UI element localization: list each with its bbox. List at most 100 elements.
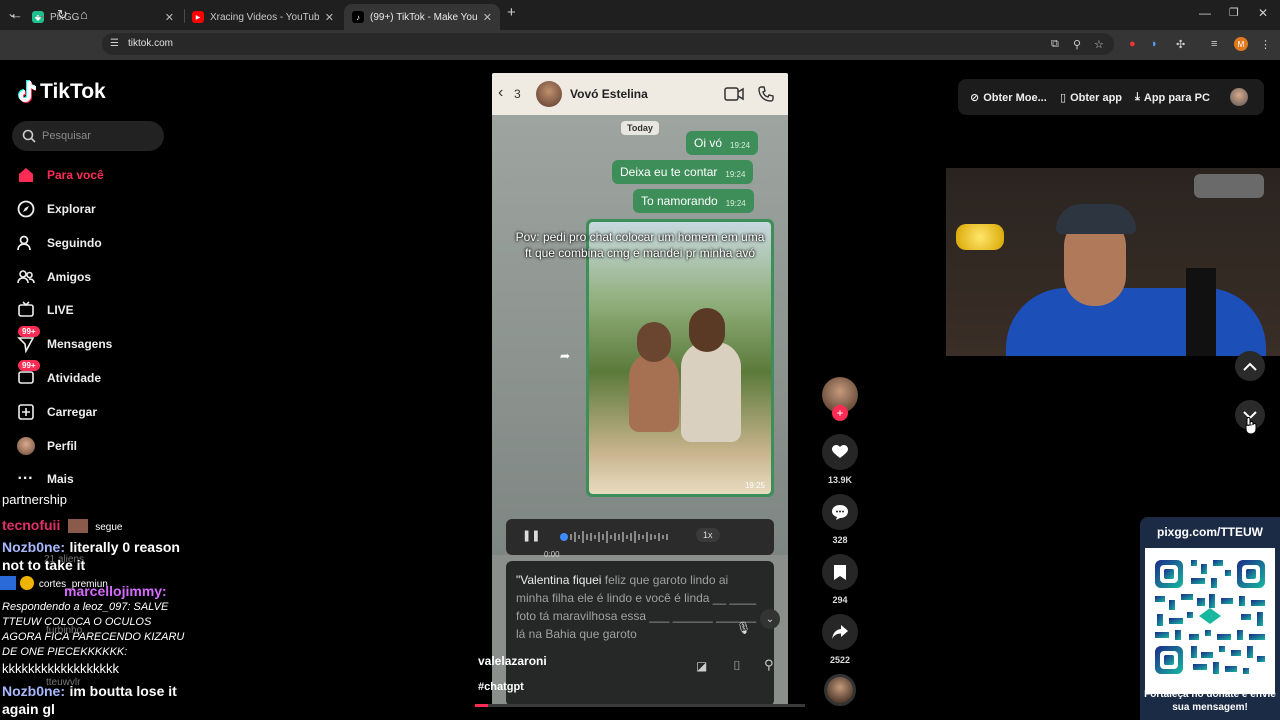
person-shirt [1006,288,1266,356]
shelf-car [1194,174,1264,198]
close-tab-icon[interactable]: ✕ [325,11,334,24]
sticker-icon[interactable]: ◪ [696,659,707,673]
nav-carregar[interactable]: Carregar [16,400,97,424]
video-hashtag[interactable]: #chatgpt [478,681,524,693]
more-dots-icon: ··· [17,470,34,487]
download-icon: ⤓ [1135,91,1140,103]
extension-red-icon[interactable]: ● [1129,38,1136,50]
menu-kebab-icon[interactable]: ⋮ [1260,38,1271,51]
person-figure [681,342,741,442]
bookmark-icon [822,554,858,590]
tiktok-logo[interactable]: TikTok [16,80,106,104]
music-disc[interactable] [822,674,858,706]
address-url: tiktok.com [128,38,174,49]
messages-icon: 99+ [16,325,40,354]
message-bubble: Oi vó 19:24 [686,131,759,155]
reading-list-icon[interactable]: ≡ [1211,38,1217,50]
video-progress-bar[interactable] [475,704,805,707]
microphone-arm [1186,268,1216,356]
creator-avatar[interactable]: + [822,377,858,421]
nav-amigos[interactable]: Amigos [16,265,91,289]
playback-speed-chip: 1x [696,528,720,542]
minimize-button[interactable]: — [1199,6,1211,20]
comment-button[interactable]: 328 [822,494,858,545]
microphone-icon: 🎙 [736,621,752,635]
person-head [689,308,725,352]
couple-photo: 19:25 [589,222,771,494]
waveform [560,531,668,543]
tab-pixgg[interactable]: ◆ PixGG ✕ [24,4,182,30]
nav-live[interactable]: LIVE [16,298,74,322]
sound-avatar [824,674,856,706]
home-icon[interactable]: ⌂ [80,7,88,22]
person-figure [629,352,679,432]
save-button[interactable]: 294 [822,554,858,605]
progress-fill [475,704,489,707]
search-input[interactable]: Pesquisar [12,121,164,151]
share-button[interactable]: 2522 [822,614,858,665]
nav-explorar[interactable]: Explorar [16,197,96,221]
heart-icon [822,434,858,470]
tiktok-favicon-icon: ♪ [352,11,364,23]
nav-mais[interactable]: ··· Mais [16,467,74,491]
address-bar[interactable] [102,33,1114,55]
close-tab-icon[interactable]: ✕ [165,11,174,24]
pause-icon: ❚❚ [522,530,541,542]
bookmark-star-icon[interactable]: ☆ [1094,38,1104,51]
get-coins-button[interactable]: ⊘ Obter Moe... [970,91,1047,105]
nav-para-voce[interactable]: Para você [16,163,104,187]
person-head [637,322,671,362]
close-tab-icon[interactable]: ✕ [483,11,492,24]
video-player[interactable]: ‹ 3 Vovó Estelina Today Oi vó 19:24 Deixa… [492,73,788,706]
contact-name: Vovó Estelina [570,87,648,101]
message-bubble: To namorando 19:24 [633,189,754,213]
reload-icon[interactable]: ↻ [57,7,68,23]
user-avatar[interactable] [1230,88,1248,106]
search-icon [22,129,36,143]
person-cap [1056,204,1136,234]
camera-icon[interactable]: ⌷ [733,658,741,674]
previous-video-button[interactable] [1235,351,1265,381]
profile-avatar-icon [16,437,35,456]
pixgg-url: pixgg.com/TTEUW [1157,525,1263,539]
back-icon[interactable]: ← [10,7,23,22]
nav-perfil[interactable]: Perfil [16,434,77,458]
extensions-puzzle-icon[interactable]: ✣ [1176,38,1185,51]
nav-mensagens[interactable]: 99+ Mensagens [16,325,112,356]
video-author[interactable]: valelazaroni [478,654,547,668]
phone-icon: ▯ [1060,92,1067,104]
pc-app-button[interactable]: ⤓ App para PC [1135,91,1210,104]
activity-icon: 99+ [16,359,40,388]
chat-message: Nozb0ne: literally 0 reason [2,539,180,555]
qr-code [1145,548,1275,694]
forward-icon[interactable]: → [34,7,47,22]
nav-seguindo[interactable]: Seguindo [16,231,102,255]
close-window-button[interactable]: ✕ [1258,6,1268,20]
emote-image [67,518,88,533]
chat-message: tecnofuii segue [2,517,123,533]
nav-atividade[interactable]: 99+ Atividade [16,359,101,390]
profile-avatar[interactable]: M [1234,37,1248,51]
chevron-up-icon [1243,362,1257,371]
follow-plus-icon[interactable]: + [832,405,848,421]
video-caption-overlay: Pov: pedi pro chat colocar um homem em u… [515,230,765,260]
new-tab-button[interactable]: + [507,4,516,21]
tab-tiktok[interactable]: ♪ (99+) TikTok - Make Your Da ✕ [344,4,500,30]
site-info-icon[interactable]: ☰ [110,38,119,49]
like-button[interactable]: 13.9K [822,434,858,485]
upload-plus-icon [16,403,35,422]
messages-badge: 99+ [18,325,40,337]
friends-icon [16,268,35,287]
audio-elapsed: 0:00 [544,550,560,559]
transcript-panel: "Valentina fiquei feliz que garoto lindo… [506,561,774,706]
zoom-icon[interactable]: ⚲ [1073,38,1081,51]
maximize-button[interactable]: ❐ [1229,6,1239,19]
badge-icon [0,575,16,590]
tab-youtube[interactable]: ▶ Xracing Videos - YouTube ✕ [184,4,342,30]
install-app-icon[interactable]: ⧉ [1051,38,1059,51]
get-app-button[interactable]: ▯ Obter app [1060,91,1122,105]
user-follow-icon [16,234,35,253]
extension-wave-icon[interactable]: ◗ [1151,38,1158,50]
mic-icon[interactable]: ⚲ [764,657,774,673]
youtube-favicon-icon: ▶ [192,11,204,23]
